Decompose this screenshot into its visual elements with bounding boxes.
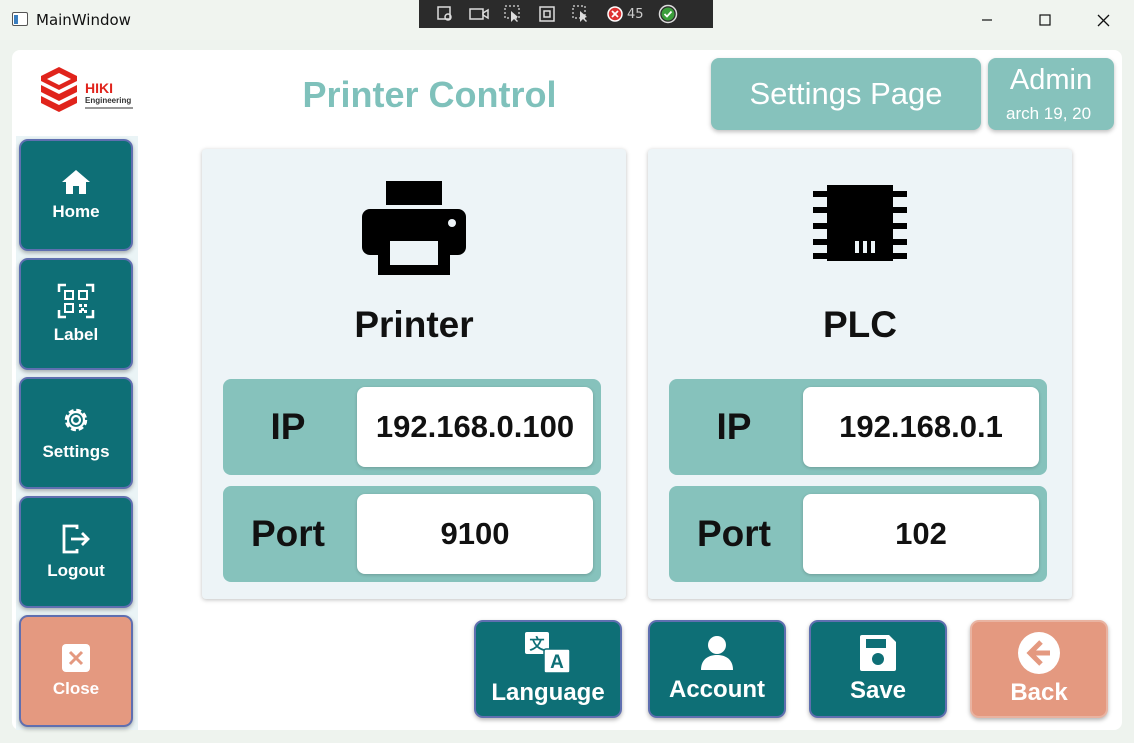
back-button[interactable]: Back bbox=[970, 620, 1108, 718]
save-icon bbox=[860, 635, 896, 671]
window-titlebar: MainWindow 45 bbox=[0, 0, 1134, 40]
printer-port-field: Port 9100 bbox=[223, 486, 601, 582]
translate-icon: 文 A bbox=[525, 632, 571, 674]
plc-port-field: Port 102 bbox=[669, 486, 1047, 582]
plc-ip-input[interactable]: 192.168.0.1 bbox=[803, 387, 1039, 467]
chip-icon bbox=[648, 179, 1072, 267]
sidebar-item-close[interactable]: Close bbox=[19, 615, 133, 727]
sidebar-item-label: Logout bbox=[47, 561, 105, 580]
svg-text:Engineering: Engineering bbox=[85, 96, 131, 105]
main-content: HIKI Engineering Printer Control Setting… bbox=[12, 50, 1122, 730]
sidebar-item-label: Home bbox=[52, 202, 100, 221]
sidebar-item-label: Settings bbox=[42, 442, 110, 461]
field-label: IP bbox=[716, 406, 752, 447]
user-icon bbox=[701, 636, 733, 670]
user-name: Admin bbox=[1009, 64, 1093, 96]
svg-text:HIKI: HIKI bbox=[85, 80, 113, 96]
arrow-left-circle-icon bbox=[1018, 632, 1060, 674]
sidebar-item-logout[interactable]: Logout bbox=[19, 496, 133, 608]
plc-card: PLC IP 192.168.0.1 Port 102 bbox=[648, 149, 1072, 599]
language-label: Language bbox=[491, 679, 605, 706]
app-icon bbox=[12, 12, 28, 26]
layout-adorner-icon[interactable] bbox=[537, 5, 557, 23]
close-window-button[interactable] bbox=[1074, 0, 1132, 40]
track-focus-icon[interactable] bbox=[571, 5, 591, 23]
sidebar-item-label-page[interactable]: Label bbox=[19, 258, 133, 370]
sidebar: Home Label Settings Logout Close bbox=[16, 136, 138, 730]
sidebar-item-settings[interactable]: Settings bbox=[19, 377, 133, 489]
language-button[interactable]: 文 A Language bbox=[474, 620, 622, 718]
page-title: Printer Control bbox=[302, 74, 557, 115]
user-info[interactable]: Admin arch 19, 20 bbox=[988, 58, 1114, 130]
qr-code-icon bbox=[57, 283, 95, 319]
hot-reload-ok-icon[interactable] bbox=[658, 4, 678, 24]
gear-icon bbox=[64, 408, 88, 432]
company-logo: HIKI Engineering bbox=[39, 65, 139, 117]
home-icon bbox=[62, 170, 90, 194]
minimize-icon bbox=[982, 19, 992, 21]
save-label: Save bbox=[849, 677, 907, 704]
field-label: Port bbox=[697, 513, 771, 554]
date-text: arch 19, 20 bbox=[1006, 104, 1092, 123]
binding-errors-icon[interactable] bbox=[605, 5, 625, 23]
plc-port-input[interactable]: 102 bbox=[803, 494, 1039, 574]
maximize-button[interactable] bbox=[1016, 0, 1074, 40]
svg-text:文: 文 bbox=[529, 635, 545, 653]
back-label: Back bbox=[1010, 679, 1068, 706]
close-icon bbox=[1097, 14, 1109, 26]
sidebar-item-label: Label bbox=[53, 325, 99, 344]
close-icon bbox=[62, 644, 90, 672]
binding-error-count: 45 bbox=[627, 6, 644, 22]
printer-ip-field: IP 192.168.0.100 bbox=[223, 379, 601, 475]
logout-icon bbox=[62, 524, 90, 554]
select-element-icon[interactable] bbox=[435, 5, 455, 23]
window-title: MainWindow bbox=[36, 11, 131, 29]
svg-text:A: A bbox=[550, 652, 564, 673]
camera-icon[interactable] bbox=[469, 5, 489, 23]
maximize-icon bbox=[1039, 14, 1051, 26]
printer-ip-input[interactable]: 192.168.0.100 bbox=[357, 387, 593, 467]
card-title: PLC bbox=[823, 304, 897, 345]
sidebar-item-label: Close bbox=[52, 679, 100, 698]
printer-icon bbox=[202, 179, 626, 277]
account-button[interactable]: Account bbox=[648, 620, 786, 718]
cursor-select-icon[interactable] bbox=[503, 5, 523, 23]
account-label: Account bbox=[669, 676, 765, 703]
plc-ip-field: IP 192.168.0.1 bbox=[669, 379, 1047, 475]
card-title: Printer bbox=[354, 304, 474, 345]
settings-page-button[interactable]: Settings Page bbox=[711, 58, 981, 130]
minimize-button[interactable] bbox=[958, 0, 1016, 40]
sidebar-item-home[interactable]: Home bbox=[19, 139, 133, 251]
field-label: IP bbox=[270, 406, 306, 447]
printer-port-input[interactable]: 9100 bbox=[357, 494, 593, 574]
save-button[interactable]: Save bbox=[809, 620, 947, 718]
printer-card: Printer IP 192.168.0.100 Port 9100 bbox=[202, 149, 626, 599]
field-label: Port bbox=[251, 513, 325, 554]
debug-toolbar: 45 bbox=[419, 0, 713, 28]
